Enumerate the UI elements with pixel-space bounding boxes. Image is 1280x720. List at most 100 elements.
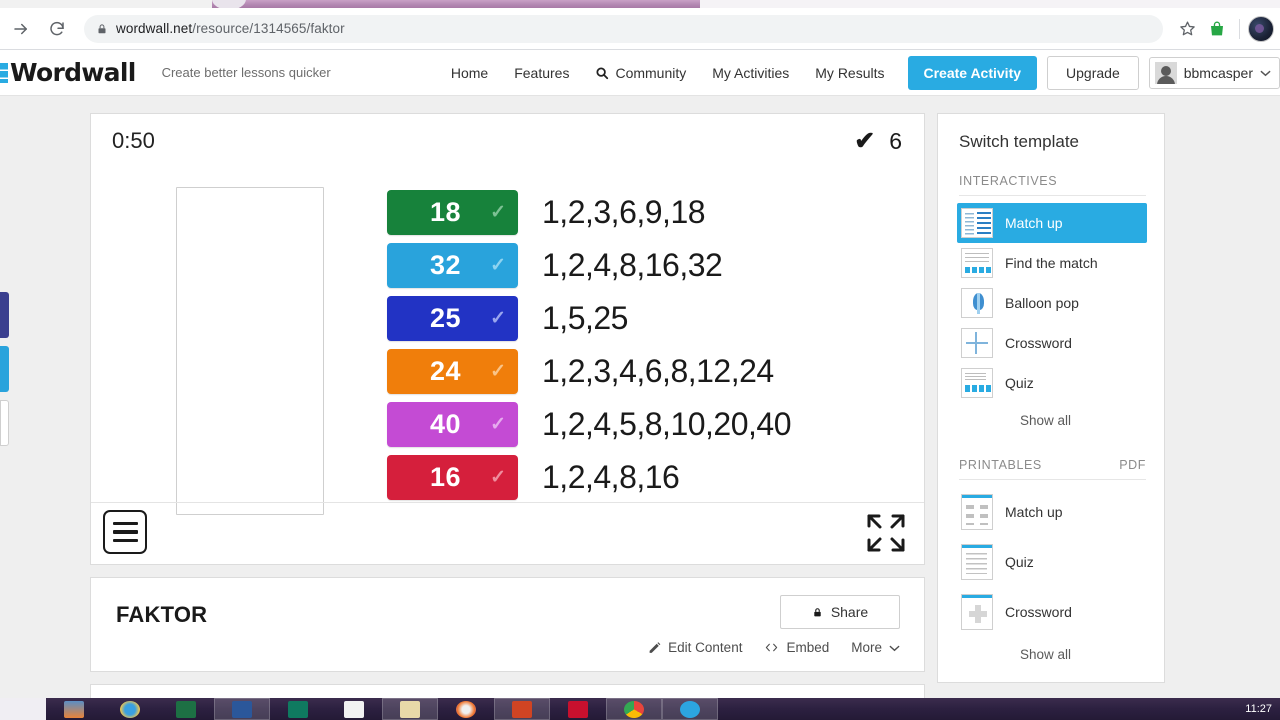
word-icon [232,700,252,718]
activity-actions: Edit Content Embed More [648,640,900,655]
answer-tile[interactable]: 24 ✓ [387,349,518,394]
address-bar[interactable]: wordwall.net/resource/1314565/faktor [84,14,1163,43]
nav-item-community[interactable]: Community [582,65,699,81]
edit-content-label: Edit Content [668,640,743,655]
nav-label-home: Home [450,64,489,81]
browser-profile-avatar[interactable] [1248,15,1274,42]
firefox-icon [456,700,476,718]
taskbar-item-photos-icon[interactable] [326,698,382,720]
interactives-heading-row: INTERACTIVES [959,174,1146,196]
tile-number: 25 [430,303,462,333]
pencil-icon [649,642,661,653]
answer-tile[interactable]: 32 ✓ [387,243,518,288]
nav-item-features[interactable]: Features [501,65,582,81]
menu-bar [112,538,138,543]
pair-row: 18 ✓ 1,2,3,6,9,18 [387,186,791,239]
printable-quiz-icon [961,544,993,580]
site-header: Wordwall Create better lessons quicker H… [0,50,1280,96]
sidebar-item-match-up[interactable]: Match up [957,203,1147,243]
taskbar-item-firefox-icon[interactable] [438,698,494,720]
edit-content-button[interactable]: Edit Content [648,640,742,655]
page-title: FAKTOR [116,602,208,627]
pair-row: 25 ✓ 1,5,25 [387,292,791,345]
answer-tile[interactable]: 16 ✓ [387,455,518,500]
printable-item-crossword[interactable]: Crossword [959,587,1146,637]
telegram-icon [680,700,700,718]
powerpoint-icon [512,700,532,718]
answer-tile[interactable]: 18 ✓ [387,190,518,235]
lock-icon [98,23,106,33]
embed-button[interactable]: Embed [764,640,829,655]
printable-item-label: Crossword [1005,604,1072,620]
more-button[interactable]: More [851,640,900,655]
crossword-thumb-icon [961,328,993,358]
publisher-icon [288,700,308,718]
forward-button[interactable] [6,14,36,44]
folder-icon [400,700,420,718]
printables-show-all[interactable]: Show all [959,637,1132,666]
menu-bar [112,521,138,526]
url-text: wordwall.net/resource/1314565/faktor [116,21,345,36]
printable-item-label: Match up [1005,504,1063,520]
wordwall-logo-mark [0,62,8,83]
check-icon: ✓ [490,361,506,382]
fullscreen-button[interactable] [864,511,908,555]
game-footer [91,502,924,564]
check-icon: ✓ [490,414,506,435]
nav-item-my-results[interactable]: My Results [802,65,897,81]
code-icon [766,643,778,652]
upgrade-button[interactable]: Upgrade [1047,55,1139,90]
taskbar-item-publisher-icon[interactable] [270,698,326,720]
create-activity-button[interactable]: Create Activity [907,55,1038,90]
lock-icon [814,607,821,616]
reload-icon [50,21,64,35]
check-icon: ✓ [490,255,506,276]
taskbar-item-powerpoint-icon[interactable] [494,698,550,720]
nav-item-home[interactable]: Home [438,65,501,81]
windows-taskbar: 11:27 [0,698,1280,720]
taskbar-item-mcafee-icon[interactable] [550,698,606,720]
wordwall-logo[interactable]: Wordwall [0,58,136,87]
explorer-icon [64,700,84,718]
sidebar-item-label: Find the match [1005,255,1098,271]
taskbar-item-word-icon[interactable] [214,698,270,720]
browser-omnibar: wordwall.net/resource/1314565/faktor [0,8,1280,50]
bookmark-button[interactable] [1173,15,1201,43]
nav-item-my-activities[interactable]: My Activities [699,65,802,81]
taskbar-item-internet-explorer-icon[interactable] [102,698,158,720]
taskbar-clock[interactable]: 11:27 [1245,703,1280,715]
sidebar-item-label: Crossword [1005,335,1072,351]
start-button[interactable] [0,698,46,720]
printable-item-quiz[interactable]: Quiz [959,537,1146,587]
interactives-show-all[interactable]: Show all [959,403,1132,432]
answer-tile[interactable]: 40 ✓ [387,402,518,447]
sidebar-item-quiz[interactable]: Quiz [959,363,1146,403]
balloon-thumb-icon [961,288,993,318]
sidebar-item-label: Match up [1005,215,1063,231]
share-button[interactable]: Share [780,595,900,629]
taskbar-item-excel-icon[interactable] [158,698,214,720]
printable-item-match-up[interactable]: Match up [959,487,1146,537]
sidebar-title: Switch template [959,132,1079,151]
game-board: 18 ✓ 1,2,3,6,9,18 32 ✓ 1,2,4,8,16,32 25 … [91,174,924,515]
taskbar-item-chrome-icon[interactable] [606,698,662,720]
hamburger-menu-icon[interactable] [103,510,147,554]
sidebar-item-crossword[interactable]: Crossword [959,323,1146,363]
sidebar-item-balloon-pop[interactable]: Balloon pop [959,283,1146,323]
answer-tile[interactable]: 25 ✓ [387,296,518,341]
user-menu[interactable]: bbmcasper [1148,56,1280,89]
taskbar-item-telegram-icon[interactable] [662,698,718,720]
matchup-thumb-icon [961,208,993,238]
sidebar-item-find-the-match[interactable]: Find the match [959,243,1146,283]
extension-button[interactable] [1203,15,1231,43]
printables-pdf-link[interactable]: PDF [1119,458,1146,472]
activity-info-card: FAKTOR Share Edit Content Embed More [90,577,925,672]
switch-template-sidebar: Switch template INTERACTIVES Match up Fi… [937,113,1165,683]
taskbar-item-folder-icon[interactable] [382,698,438,720]
embed-label: Embed [786,640,830,655]
reload-button[interactable] [42,14,72,44]
taskbar-item-explorer-icon[interactable] [46,698,102,720]
drop-zone[interactable] [176,187,324,515]
nav-label-community: Community [615,64,687,81]
check-icon: ✓ [490,202,506,223]
